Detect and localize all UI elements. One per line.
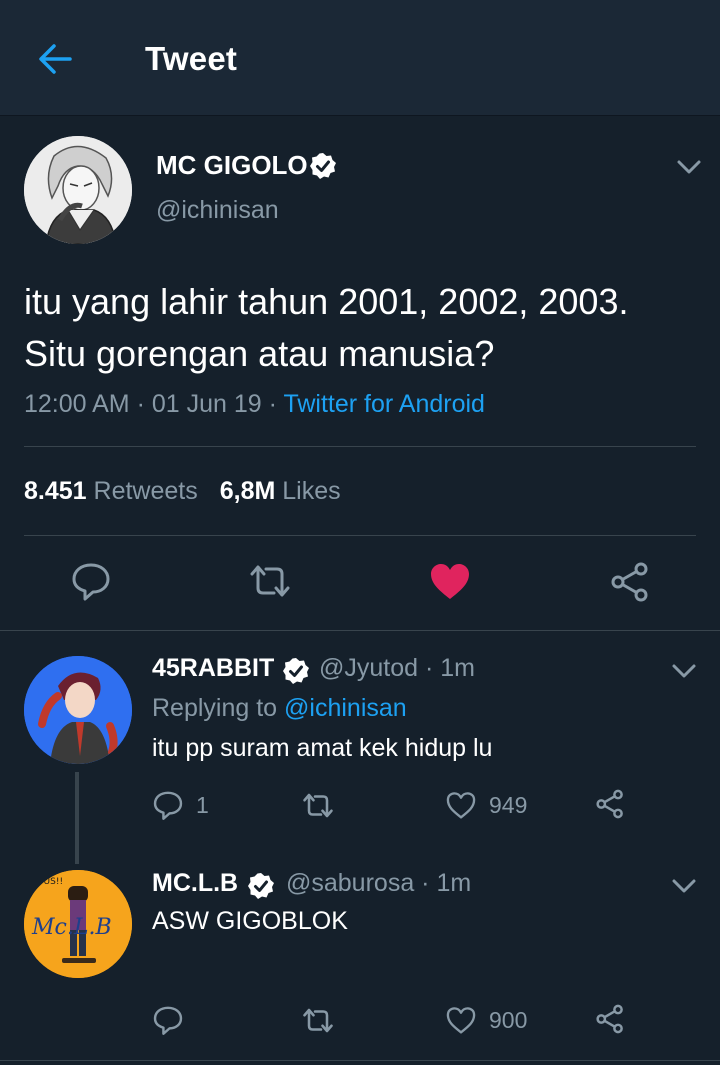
retweet-icon[interactable]: [246, 562, 294, 600]
reply-meta: @Jyutod · 1m: [319, 654, 475, 683]
chevron-down-icon[interactable]: [670, 662, 698, 680]
avatar[interactable]: [24, 656, 132, 764]
like-icon[interactable]: [445, 1005, 477, 1035]
like-count: 949: [489, 792, 528, 818]
reply-author-name[interactable]: MC.L.B: [152, 869, 238, 897]
like-icon-filled[interactable]: [428, 561, 472, 601]
meta-separator: ·: [418, 654, 441, 682]
avatar-illustration: [24, 656, 132, 764]
retweet-icon[interactable]: [300, 791, 336, 820]
replying-label: Replying to: [152, 694, 278, 722]
reply-time: 1m: [440, 654, 475, 682]
verified-badge-icon: [310, 153, 336, 179]
author-handle[interactable]: @ichinisan: [156, 196, 279, 225]
share-icon[interactable]: [594, 1004, 626, 1034]
reply-icon[interactable]: [70, 560, 112, 602]
divider: [0, 630, 720, 631]
tweet-text-line: Situ gorengan atau manusia?: [24, 333, 495, 374]
reply-author-handle[interactable]: @saburosa: [286, 869, 414, 897]
verified-badge-icon: [283, 658, 309, 684]
author-name[interactable]: MC GIGOLO: [156, 150, 308, 181]
divider: [24, 535, 696, 536]
reply-icon[interactable]: [152, 1004, 184, 1036]
avatar-illustration: #US!! Mc.L.B: [24, 870, 132, 978]
divider: [24, 446, 696, 447]
thread-line: [75, 772, 79, 864]
like-icon[interactable]: [445, 790, 477, 820]
likes-stat[interactable]: 6,8M Likes: [220, 477, 341, 505]
tweet-date: 01 Jun 19: [151, 390, 262, 418]
arrow-left-icon: [39, 44, 72, 74]
meta-separator: ·: [414, 869, 437, 897]
tweet-meta: 12:00 AM · 01 Jun 19 · Twitter for Andro…: [24, 390, 485, 419]
share-icon[interactable]: [594, 789, 626, 819]
likes-count: 6,8M: [219, 477, 276, 505]
tweet-stats: 8.451 Retweets 6,8M Likes: [24, 477, 341, 506]
retweet-icon[interactable]: [300, 1006, 336, 1035]
tweet-time: 12:00 AM: [24, 390, 130, 418]
verified-badge-icon: [248, 873, 274, 899]
like-count: 900: [489, 1007, 528, 1033]
top-bar: Tweet: [0, 0, 720, 116]
retweets-stat[interactable]: 8.451 Retweets: [24, 477, 198, 505]
tweet-text-line: itu yang lahir tahun 2001, 2002, 2003.: [24, 281, 629, 322]
reply-text: itu pp suram amat kek hidup lu: [152, 734, 493, 762]
avatar-text-top: #US!!: [36, 877, 63, 887]
avatar[interactable]: #US!! Mc.L.B: [24, 870, 132, 978]
replying-to: Replying to @ichinisan: [152, 694, 407, 723]
reply-author-handle[interactable]: @Jyutod: [319, 654, 418, 682]
back-button[interactable]: [30, 36, 80, 82]
reply-icon[interactable]: [152, 789, 184, 821]
reply-meta: @saburosa · 1m: [286, 869, 471, 898]
tweet-source-link[interactable]: Twitter for Android: [283, 390, 484, 418]
reply-time: 1m: [436, 869, 472, 897]
replying-mention-link[interactable]: @ichinisan: [284, 694, 407, 722]
retweets-count: 8.451: [24, 477, 87, 505]
reply-text: ASW GIGOBLOK: [152, 907, 348, 935]
meta-separator: ·: [136, 390, 152, 418]
meta-separator: ·: [268, 390, 284, 418]
chevron-down-icon[interactable]: [675, 158, 703, 176]
avatar-logo-text: Mc.L.B: [31, 915, 112, 940]
reply-header: MC.L.B: [152, 869, 238, 898]
reply-count: 1: [196, 792, 209, 818]
avatar-illustration: [24, 136, 132, 244]
reply-author-name[interactable]: 45RABBIT: [152, 654, 274, 682]
divider: [0, 1060, 720, 1061]
likes-label: Likes: [282, 477, 341, 505]
reply-header: 45RABBIT: [152, 654, 274, 683]
chevron-down-icon[interactable]: [670, 877, 698, 895]
retweets-label: Retweets: [93, 477, 198, 505]
page-title: Tweet: [145, 40, 238, 77]
tweet-text: itu yang lahir tahun 2001, 2002, 2003. S…: [24, 276, 704, 380]
share-icon[interactable]: [608, 562, 652, 602]
avatar[interactable]: [24, 136, 132, 244]
